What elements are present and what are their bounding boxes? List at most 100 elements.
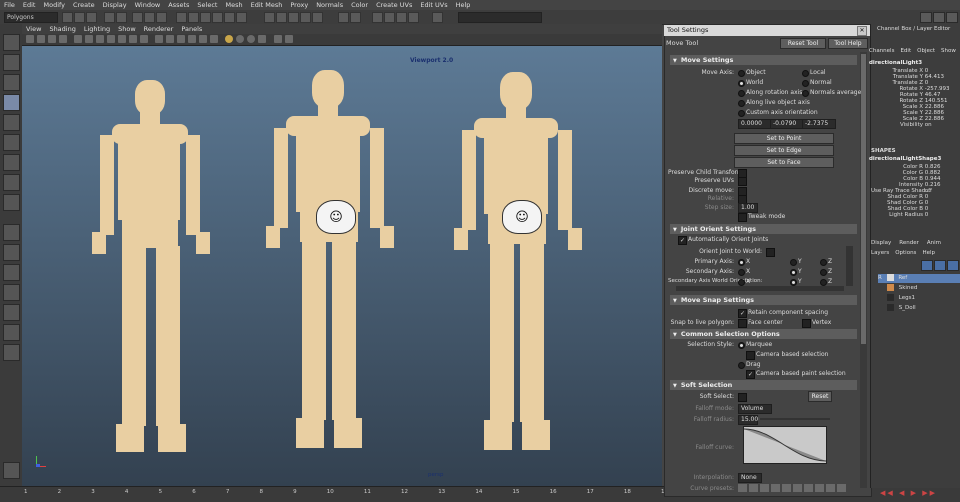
menu-assets[interactable]: Assets (168, 1, 189, 9)
resolution-gate-icon[interactable] (96, 35, 104, 43)
open-scene-icon[interactable] (74, 12, 85, 23)
playback-controls[interactable]: ◀◀ ◀ ▶ ▶▶ (880, 489, 956, 499)
step-size-field[interactable]: 1.00 (738, 203, 758, 213)
mask-joint-icon[interactable] (236, 12, 247, 23)
tab-render[interactable]: Render (899, 240, 919, 246)
radio-along-rotation-axis[interactable] (738, 90, 745, 97)
select-object-icon[interactable] (144, 12, 155, 23)
tab-channels[interactable]: Channels (869, 48, 894, 54)
move-settings-header[interactable]: ▼ Move Settings (670, 55, 857, 65)
menu-normals[interactable]: Normals (316, 1, 343, 9)
tab-anim[interactable]: Anim (927, 240, 941, 246)
reset-tool-button[interactable]: Reset Tool (780, 38, 826, 49)
construction-history-icon[interactable] (350, 12, 361, 23)
snap-point-icon[interactable] (288, 12, 299, 23)
menu-proxy[interactable]: Proxy (290, 1, 308, 9)
wireframe-icon[interactable] (155, 35, 163, 43)
tab-edit[interactable]: Edit (900, 48, 911, 54)
ipr-render-icon[interactable] (384, 12, 395, 23)
tweak-mode-checkbox[interactable] (738, 213, 747, 222)
menu-edit-mesh[interactable]: Edit Mesh (251, 1, 283, 9)
safe-action-icon[interactable] (129, 35, 137, 43)
menu-layers[interactable]: Layers (871, 250, 889, 256)
layout-graph-icon[interactable] (3, 324, 20, 341)
primary-z-radio[interactable] (820, 259, 827, 266)
joint-orient-header[interactable]: ▼ Joint Orient Settings (670, 224, 857, 234)
primary-x-radio[interactable] (738, 259, 745, 266)
rotate-tool-icon[interactable] (3, 114, 20, 131)
menu-create-uvs[interactable]: Create UVs (376, 1, 412, 9)
tab-show[interactable]: Show (941, 48, 956, 54)
field-chart-icon[interactable] (118, 35, 126, 43)
radio-custom-axis[interactable] (738, 110, 745, 117)
vertex-checkbox[interactable] (802, 319, 811, 328)
vp-menu-renderer[interactable]: Renderer (144, 25, 174, 33)
set-to-edge-button[interactable]: Set to Edge (734, 145, 834, 156)
script-editor-icon[interactable] (3, 462, 20, 479)
hypershade-icon[interactable] (408, 12, 419, 23)
auto-orient-checkbox[interactable]: ✓ (678, 236, 687, 245)
shadows-icon[interactable] (210, 35, 218, 43)
snap-grid-icon[interactable] (264, 12, 275, 23)
mask-multi-icon[interactable] (224, 12, 235, 23)
universal-manip-icon[interactable] (3, 154, 20, 171)
render-settings-icon[interactable] (396, 12, 407, 23)
new-scene-icon[interactable] (62, 12, 73, 23)
secondary-z-radio[interactable] (820, 269, 827, 276)
menu-modify[interactable]: Modify (43, 1, 65, 9)
close-icon[interactable]: ✕ (857, 26, 867, 36)
tool-settings-scroll-thumb[interactable] (861, 54, 866, 344)
layout-four-icon[interactable] (3, 244, 20, 261)
soft-select-reset-button[interactable]: Reset (808, 391, 832, 402)
soft-mod-icon[interactable] (3, 174, 20, 191)
vp-menu-panels[interactable]: Panels (181, 25, 202, 33)
history-icon[interactable] (338, 12, 349, 23)
vp-menu-view[interactable]: View (26, 25, 41, 33)
layout-outliner-icon[interactable] (3, 304, 20, 321)
set-to-point-button[interactable]: Set to Point (734, 133, 834, 144)
textured-icon[interactable] (188, 35, 196, 43)
show-channel-box-icon[interactable] (946, 12, 958, 23)
menu-help-layers[interactable]: Help (922, 250, 935, 256)
mask-edge-icon[interactable] (188, 12, 199, 23)
film-gate-icon[interactable] (85, 35, 93, 43)
custom-axis-y-field[interactable]: -0.0790 (770, 119, 804, 129)
select-camera-icon[interactable] (26, 35, 34, 43)
layer-row-s-doll[interactable]: S_Doll (878, 304, 960, 313)
common-selection-header[interactable]: ▼ Common Selection Options (670, 329, 857, 339)
input-line-icon[interactable] (432, 12, 443, 23)
depth-of-field-icon[interactable] (258, 35, 266, 43)
wireframe-on-shaded-icon[interactable] (177, 35, 185, 43)
set-to-face-button[interactable]: Set to Face (734, 157, 834, 168)
tool-help-button[interactable]: Tool Help (828, 38, 868, 49)
menu-window[interactable]: Window (135, 1, 161, 9)
ambient-occlusion-icon[interactable] (225, 35, 233, 43)
marquee-radio[interactable] (738, 342, 745, 349)
orient-to-world-checkbox[interactable] (766, 248, 775, 257)
tab-display[interactable]: Display (871, 240, 891, 246)
menu-file[interactable]: File (4, 1, 15, 9)
menu-help[interactable]: Help (456, 1, 471, 9)
camera-paint-checkbox[interactable]: ✓ (746, 370, 755, 379)
curve-presets-buttons[interactable] (738, 484, 848, 492)
layer-color-swatch[interactable] (887, 294, 894, 301)
redo-icon[interactable] (116, 12, 127, 23)
show-attribute-editor-icon[interactable] (920, 12, 932, 23)
smooth-shade-icon[interactable] (166, 35, 174, 43)
menu-color[interactable]: Color (351, 1, 368, 9)
mask-uv-icon[interactable] (212, 12, 223, 23)
xray-icon[interactable] (285, 35, 293, 43)
undo-icon[interactable] (104, 12, 115, 23)
radio-along-live-object-axis[interactable] (738, 100, 745, 107)
menu-options[interactable]: Options (895, 250, 916, 256)
mask-vertex-icon[interactable] (176, 12, 187, 23)
secondary-world-x-radio[interactable] (738, 279, 745, 286)
tool-settings-titlebar[interactable]: Tool Settings ✕ (664, 25, 870, 36)
secondary-y-radio[interactable] (790, 269, 797, 276)
menu-edit[interactable]: Edit (23, 1, 36, 9)
secondary-world-y-radio[interactable] (790, 279, 797, 286)
isolate-select-icon[interactable] (274, 35, 282, 43)
new-layer-icon[interactable] (921, 260, 933, 271)
save-scene-icon[interactable] (86, 12, 97, 23)
layer-color-swatch[interactable] (887, 304, 894, 311)
